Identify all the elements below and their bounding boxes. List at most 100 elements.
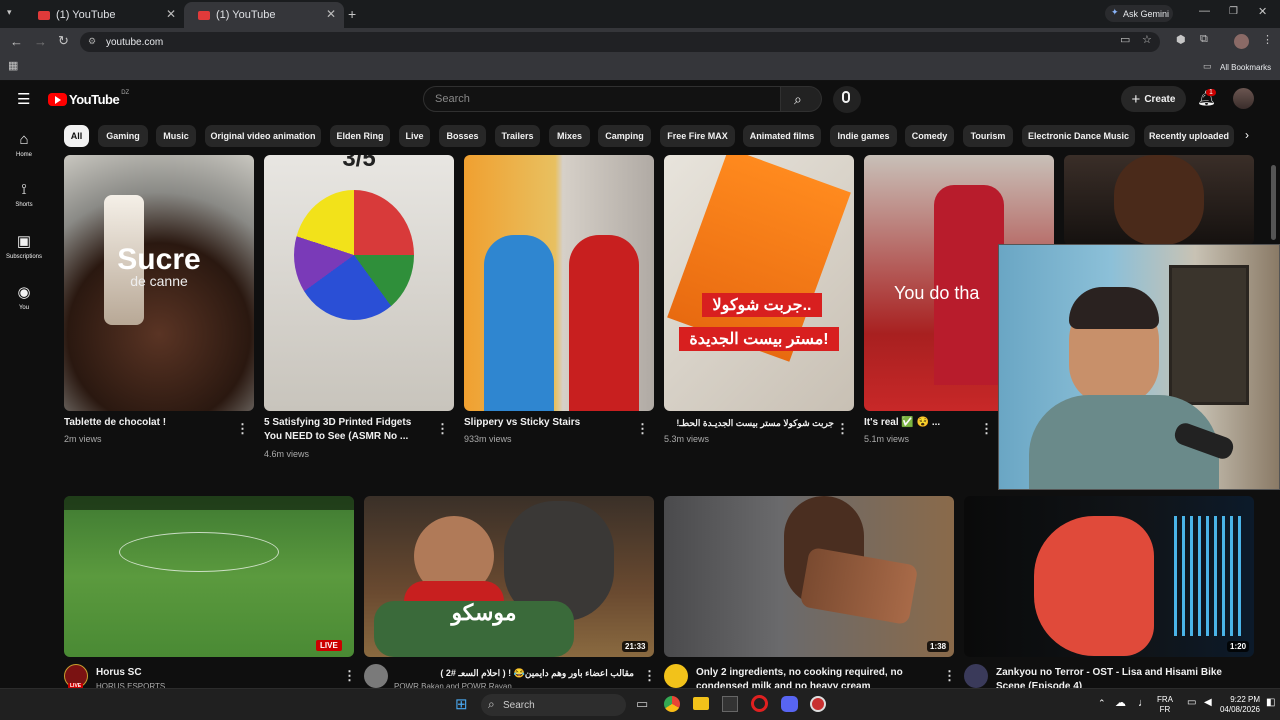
network-icon[interactable]: ▭ <box>1187 698 1196 708</box>
apps-grid-icon[interactable]: ▦ <box>8 61 18 72</box>
minimize-icon[interactable]: — <box>1199 6 1210 17</box>
volume-icon[interactable]: ◀ <box>1204 698 1212 708</box>
chips-next-arrow-icon[interactable]: › <box>1245 129 1249 141</box>
url-field[interactable]: ⚙ youtube.com <box>80 32 1160 52</box>
chip-bosses[interactable]: Bosses <box>439 125 486 147</box>
tab-list-icon[interactable]: ▾ <box>7 8 12 17</box>
page-scrollbar[interactable] <box>1271 165 1276 240</box>
chip-gaming[interactable]: Gaming <box>98 125 148 147</box>
youtube-logo[interactable]: YouTube DZ <box>48 90 129 107</box>
hamburger-menu-icon[interactable]: ☰ <box>17 92 30 107</box>
video-thumbnail-1[interactable]: LIVE <box>64 496 354 657</box>
maximize-icon[interactable]: ❐ <box>1229 7 1238 17</box>
chip-camping[interactable]: Camping <box>598 125 651 147</box>
video-thumbnail-4[interactable]: 1:20 <box>964 496 1254 657</box>
app-icon[interactable] <box>810 696 826 712</box>
sidebar-item-subscriptions[interactable]: ▣ Subscriptions <box>0 232 48 260</box>
chip-original-video-animation[interactable]: Original video animation <box>205 125 321 147</box>
more-options-icon[interactable]: ⋮ <box>836 421 849 437</box>
bookshelf <box>1169 265 1249 405</box>
opera-taskbar-icon[interactable] <box>751 695 768 712</box>
more-options-icon[interactable]: ⋮ <box>943 668 956 684</box>
site-info-icon[interactable]: ⚙ <box>88 36 96 47</box>
windows-start-icon[interactable]: ⊞ <box>455 697 468 712</box>
app-icon[interactable] <box>722 696 738 712</box>
channel-avatar[interactable] <box>364 664 388 688</box>
new-tab-icon[interactable]: + <box>348 7 356 21</box>
extension-shield-icon[interactable]: ⬢ <box>1176 35 1186 46</box>
chip-tourism[interactable]: Tourism <box>963 125 1013 147</box>
account-avatar[interactable] <box>1233 88 1254 109</box>
create-button[interactable]: + Create <box>1121 86 1186 112</box>
chip-all[interactable]: All <box>64 125 89 147</box>
profile-avatar[interactable] <box>1234 34 1249 49</box>
microphone-tray-icon[interactable]: ♩ <box>1138 698 1149 709</box>
short-thumbnail-3[interactable] <box>464 155 654 411</box>
bookmark-star-icon[interactable]: ☆ <box>1142 35 1152 46</box>
reload-icon[interactable]: ↻ <box>58 34 69 47</box>
back-icon[interactable]: ← <box>10 35 23 48</box>
sidebar-item-home[interactable]: ⌂ Home <box>0 131 48 158</box>
short-title[interactable]: It's real ✅ 😵 ... <box>864 416 984 430</box>
short-views: 5.3m views <box>664 434 710 444</box>
discord-taskbar-icon[interactable] <box>781 696 798 712</box>
short-title[interactable]: Slippery vs Sticky Stairs <box>464 416 634 430</box>
notifications-icon[interactable]: ◧ <box>1266 698 1275 708</box>
short-title[interactable]: !جربت شوكولا مستر بيست الجديـدة الحطـ <box>664 416 834 430</box>
more-options-icon[interactable]: ⋮ <box>980 421 993 437</box>
menu-dots-icon[interactable]: ⋮ <box>1262 35 1273 46</box>
video-thumbnail-3[interactable]: 1:38 <box>664 496 954 657</box>
more-options-icon[interactable]: ⋮ <box>436 421 449 437</box>
close-tab-icon[interactable]: ✕ <box>166 7 176 21</box>
channel-avatar[interactable] <box>964 664 988 688</box>
close-window-icon[interactable]: ✕ <box>1258 7 1267 18</box>
chip-mixes[interactable]: Mixes <box>549 125 590 147</box>
chip-recently-uploaded[interactable]: Recently uploaded <box>1144 125 1234 147</box>
search-button[interactable]: ⌕ <box>781 86 822 112</box>
short-thumbnail-4[interactable]: جربت شوكولا.. مستر بيست الجديدة! <box>664 155 854 411</box>
ask-gemini-button[interactable]: ✦ Ask Gemini <box>1105 5 1173 22</box>
extensions-icon[interactable]: ⧉ <box>1200 34 1208 45</box>
tab-youtube-2[interactable]: (1) YouTube ✕ <box>184 2 344 28</box>
cloud-icon[interactable]: ☁ <box>1115 698 1126 709</box>
more-options-icon[interactable]: ⋮ <box>636 421 649 437</box>
search-input[interactable]: Search <box>423 86 781 112</box>
chip-comedy[interactable]: Comedy <box>905 125 954 147</box>
channel-avatar[interactable] <box>664 664 688 688</box>
chip-music[interactable]: Music <box>156 125 196 147</box>
sidebar-item-shorts[interactable]: ⟟ Shorts <box>0 181 48 208</box>
more-options-icon[interactable]: ⋮ <box>643 668 656 684</box>
short-views: 2m views <box>64 434 102 444</box>
chip-free-fire-max[interactable]: Free Fire MAX <box>660 125 735 147</box>
cast-icon[interactable]: ▭ <box>1120 35 1130 46</box>
file-explorer-icon[interactable] <box>693 697 709 710</box>
chip-live[interactable]: Live <box>399 125 430 147</box>
video-thumbnail-2[interactable]: موسكو 21:33 <box>364 496 654 657</box>
forward-icon[interactable]: → <box>34 35 47 48</box>
chip-animated-films[interactable]: Animated films <box>743 125 821 147</box>
all-bookmarks-link[interactable]: All Bookmarks <box>1220 63 1271 72</box>
more-options-icon[interactable]: ⋮ <box>343 668 356 684</box>
short-thumbnail-6[interactable] <box>1064 155 1254 245</box>
task-view-icon[interactable]: ▭ <box>636 697 648 710</box>
short-thumbnail-2[interactable]: 3/5 <box>264 155 454 411</box>
taskbar-search[interactable]: ⌕ Search <box>481 694 626 716</box>
chrome-taskbar-icon[interactable] <box>664 696 680 712</box>
chip-indie-games[interactable]: Indie games <box>830 125 897 147</box>
more-options-icon[interactable]: ⋮ <box>236 421 249 437</box>
chip-elden-ring[interactable]: Elden Ring <box>330 125 390 147</box>
chip-trailers[interactable]: Trailers <box>495 125 540 147</box>
voice-search-button[interactable] <box>833 86 861 113</box>
language-indicator[interactable]: FRA FR <box>1154 695 1176 715</box>
sidebar-item-you[interactable]: ◉ You <box>0 283 48 311</box>
close-tab-icon[interactable]: ✕ <box>326 7 336 21</box>
tab-youtube-1[interactable]: (1) YouTube ✕ <box>24 2 184 28</box>
short-title[interactable]: 5 Satisfying 3D Printed Fidgets You NEED… <box>264 416 434 444</box>
short-title[interactable]: Tablette de chocolat ! <box>64 416 234 430</box>
video-title[interactable]: Horus SC <box>96 666 336 680</box>
clock[interactable]: 9:22 PM 04/08/2026 <box>1216 695 1260 715</box>
short-thumbnail-1[interactable]: Sucre de canne <box>64 155 254 411</box>
video-title[interactable]: مقالب اعضاء باور وهم دايمين😂 ! ( احلام ا… <box>394 666 634 680</box>
chip-electronic-dance-music[interactable]: Electronic Dance Music <box>1022 125 1135 147</box>
tray-chevron-icon[interactable]: ⌃ <box>1098 699 1106 708</box>
